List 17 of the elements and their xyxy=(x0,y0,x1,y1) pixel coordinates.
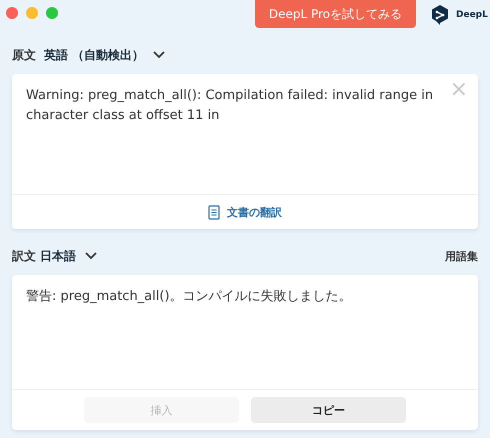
translation-text: 警告: preg_match_all()。コンパイルに失敗しました。 xyxy=(26,288,353,306)
chevron-down-icon[interactable] xyxy=(84,251,98,261)
minimize-window-button[interactable] xyxy=(26,7,38,19)
action-button[interactable]: コピー xyxy=(251,397,406,423)
logo-icon xyxy=(430,4,450,26)
glossary-link[interactable]: 用語集 xyxy=(445,248,478,264)
target-label: 訳文 xyxy=(12,248,36,264)
source-text[interactable]: Warning: preg_match_all(): Compilation failed: invalid range in character class at offset 11 in xyxy=(26,86,442,126)
document-icon xyxy=(208,204,220,220)
zoom-window-button[interactable] xyxy=(46,7,58,19)
language-selector[interactable]: 英語 （自動検出） xyxy=(44,46,144,64)
translate-document-button[interactable]: 文書の翻訳 xyxy=(208,204,282,220)
language-selector[interactable]: 日本語 xyxy=(40,248,76,264)
logo-text: DeepL xyxy=(456,10,488,20)
close-window-button[interactable] xyxy=(6,7,18,19)
source-label: 原文 xyxy=(12,46,36,64)
chevron-down-icon[interactable] xyxy=(152,50,166,60)
